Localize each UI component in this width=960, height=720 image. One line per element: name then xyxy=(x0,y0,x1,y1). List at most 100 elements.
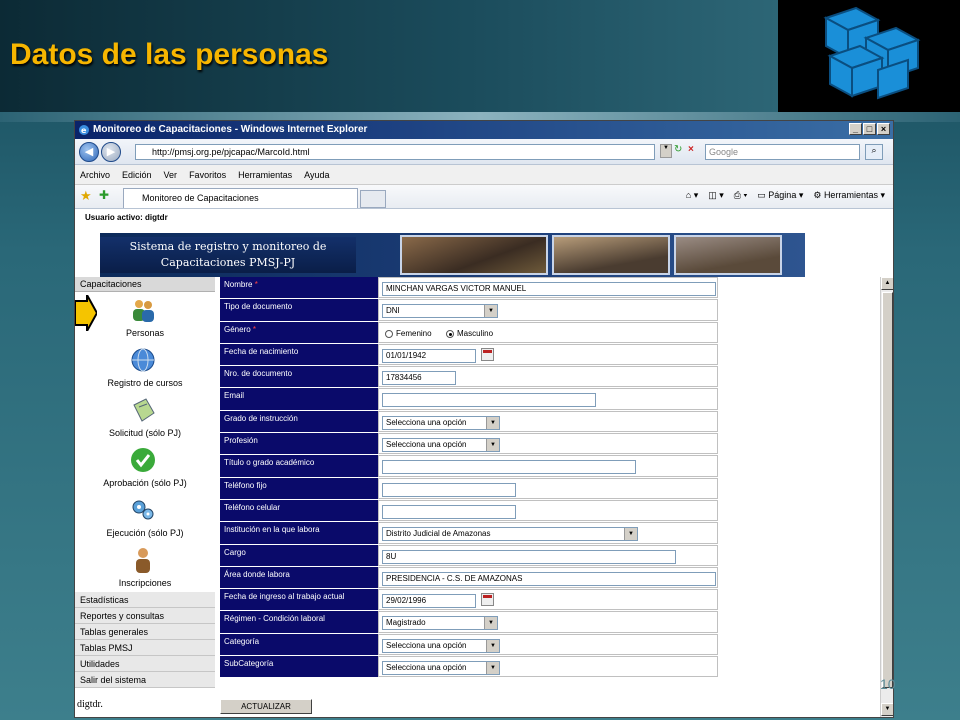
slide-title: Datos de las personas xyxy=(10,38,329,71)
required-mark: * xyxy=(254,280,258,289)
form-row-telefono-celular: Teléfono celular xyxy=(220,499,720,523)
star-icon[interactable]: ★ xyxy=(80,188,92,204)
address-actions: ▼ ↻ × xyxy=(660,144,700,160)
sidebar-item-registro-cursos[interactable]: Registro de cursos xyxy=(75,342,215,392)
field-cell xyxy=(378,499,718,522)
regimen-select[interactable]: Magistrado xyxy=(382,616,498,631)
check-icon xyxy=(131,448,155,472)
sidebar-link-tablas-pmsj[interactable]: Tablas PMSJ xyxy=(75,640,215,656)
sidebar-item-solicitud[interactable]: Solicitud (sólo PJ) xyxy=(75,392,215,442)
person-icon xyxy=(136,548,150,573)
form-row-subcategoria: SubCategoría Selecciona una opción xyxy=(220,656,720,679)
url-input[interactable]: http://pmsj.org.pe/pjcapac/MarcoId.html xyxy=(135,144,655,160)
fecha-ingreso-input[interactable]: 29/02/1996 xyxy=(382,594,476,609)
cargo-input[interactable]: 8U xyxy=(382,549,676,564)
sidebar-link-utilidades[interactable]: Utilidades xyxy=(75,656,215,672)
sidebar-item-ejecucion[interactable]: Ejecución (sólo PJ) xyxy=(75,492,215,542)
footer-user: digtdr. xyxy=(77,699,103,710)
search-input[interactable]: Google xyxy=(705,144,860,160)
grado-instruccion-select[interactable]: Selecciona una opción xyxy=(382,415,500,430)
banner-photo-2 xyxy=(552,235,670,275)
feeds-icon[interactable]: ◫ ▾ xyxy=(708,190,724,201)
telefono-fijo-input[interactable] xyxy=(382,482,516,497)
forward-icon[interactable]: ▶ xyxy=(101,142,121,162)
dropdown-icon[interactable]: ▼ xyxy=(660,144,672,158)
field-cell: 8U xyxy=(378,544,718,566)
form-row-fecha-ingreso: Fecha de ingreso al trabajo actual 29/02… xyxy=(220,589,720,612)
form-row-tipo-documento: Tipo de documento DNI xyxy=(220,299,720,322)
field-cell: Selecciona una opción xyxy=(378,656,718,678)
telefono-celular-input[interactable] xyxy=(382,504,516,519)
fecha-nacimiento-input[interactable]: 01/01/1942 xyxy=(382,348,476,363)
form-row-area: Área donde labora PRESIDENCIA - C.S. DE … xyxy=(220,566,720,590)
stop-icon[interactable]: × xyxy=(688,144,700,158)
area-input[interactable]: PRESIDENCIA - C.S. DE AMAZONAS xyxy=(382,571,716,586)
genero-masculino-radio[interactable] xyxy=(446,329,454,338)
tools-menu[interactable]: ⚙ Herramientas ▾ xyxy=(813,190,885,201)
field-cell: 17834456 xyxy=(378,366,718,388)
close-icon[interactable]: × xyxy=(877,123,890,135)
maximize-icon[interactable]: □ xyxy=(863,123,876,135)
back-icon[interactable]: ◀ xyxy=(79,142,99,162)
field-label: Teléfono celular xyxy=(220,499,378,522)
window-controls: _ □ × xyxy=(849,123,890,135)
calendar-icon[interactable] xyxy=(481,593,494,607)
scroll-thumb[interactable] xyxy=(882,292,893,688)
form-row-nro-documento: Nro. de documento 17834456 xyxy=(220,366,720,389)
menu-ver[interactable]: Ver xyxy=(164,170,178,180)
calendar-icon[interactable] xyxy=(481,347,494,361)
field-label: Cargo xyxy=(220,544,378,566)
scroll-down-icon[interactable]: ▼ xyxy=(881,703,893,716)
tab-monitoreo[interactable]: Monitoreo de Capacitaciones xyxy=(123,188,358,208)
sidebar-item-label: Solicitud (sólo PJ) xyxy=(108,428,182,438)
menu-herramientas[interactable]: Herramientas xyxy=(238,170,292,180)
genero-femenino-label: Femenino xyxy=(396,328,432,338)
menu-archivo[interactable]: Archivo xyxy=(80,170,110,180)
menu-favoritos[interactable]: Favoritos xyxy=(189,170,226,180)
cubes-logo-icon xyxy=(823,6,921,100)
sidebar-item-label: Personas xyxy=(125,328,165,338)
field-cell: Selecciona una opción xyxy=(378,633,718,656)
refresh-icon[interactable]: ↻ xyxy=(674,144,686,158)
form-row-email: Email xyxy=(220,388,720,411)
sidebar-item-aprobacion[interactable]: Aprobación (sólo PJ) xyxy=(75,442,215,492)
sidebar-item-personas[interactable]: Personas xyxy=(75,292,215,342)
sidebar-link-reportes[interactable]: Reportes y consultas xyxy=(75,608,215,624)
sidebar-link-estadisticas[interactable]: Estadísticas xyxy=(75,592,215,608)
field-label: Tipo de documento xyxy=(220,299,378,321)
page-menu[interactable]: ▭ Página ▾ xyxy=(757,190,803,201)
user-active: Usuario activo: digtdr xyxy=(85,213,168,222)
print-icon[interactable]: ⎙ ▾ xyxy=(734,190,747,201)
genero-femenino-radio[interactable] xyxy=(385,329,393,338)
minimize-icon[interactable]: _ xyxy=(849,123,862,135)
menu-edicion[interactable]: Edición xyxy=(122,170,152,180)
subcategoria-select[interactable]: Selecciona una opción xyxy=(382,661,500,676)
field-label: Régimen - Condición laboral xyxy=(220,611,378,633)
vertical-scrollbar[interactable]: ▲ ▼ xyxy=(880,277,893,717)
sidebar-link-tablas-generales[interactable]: Tablas generales xyxy=(75,624,215,640)
search-icon[interactable]: ⌕ xyxy=(865,144,883,160)
profesion-select[interactable]: Selecciona una opción xyxy=(382,438,500,453)
scroll-up-icon[interactable]: ▲ xyxy=(881,277,893,290)
categoria-select[interactable]: Selecciona una opción xyxy=(382,638,500,653)
tipo-documento-select[interactable]: DNI xyxy=(382,304,498,319)
banner-photo-1 xyxy=(400,235,548,275)
field-label: Profesión xyxy=(220,433,378,455)
field-label: SubCategoría xyxy=(220,656,378,678)
institucion-select[interactable]: Distrito Judicial de Amazonas xyxy=(382,527,638,542)
email-input[interactable] xyxy=(382,393,596,408)
home-icon[interactable]: ⌂ ▾ xyxy=(686,190,698,201)
nombre-input[interactable]: MINCHAN VARGAS VICTOR MANUEL xyxy=(382,282,716,296)
nro-documento-input[interactable]: 17834456 xyxy=(382,371,456,386)
browser-window: e Monitoreo de Capacitaciones - Windows … xyxy=(74,120,894,718)
field-cell: Selecciona una opción xyxy=(378,410,718,433)
new-tab-button[interactable] xyxy=(360,190,386,208)
field-label: Nro. de documento xyxy=(220,366,378,388)
sidebar-link-salir[interactable]: Salir del sistema xyxy=(75,672,215,688)
sidebar-item-inscripciones[interactable]: Inscripciones xyxy=(75,542,215,592)
menu-ayuda[interactable]: Ayuda xyxy=(304,170,329,180)
actualizar-button[interactable]: ACTUALIZAR xyxy=(220,699,312,714)
favorites-bar: ★ ✚ Monitoreo de Capacitaciones ⌂ ▾ ◫ ▾ … xyxy=(75,185,893,209)
titulo-input[interactable] xyxy=(382,460,636,475)
add-favorite-icon[interactable]: ✚ xyxy=(99,188,109,202)
